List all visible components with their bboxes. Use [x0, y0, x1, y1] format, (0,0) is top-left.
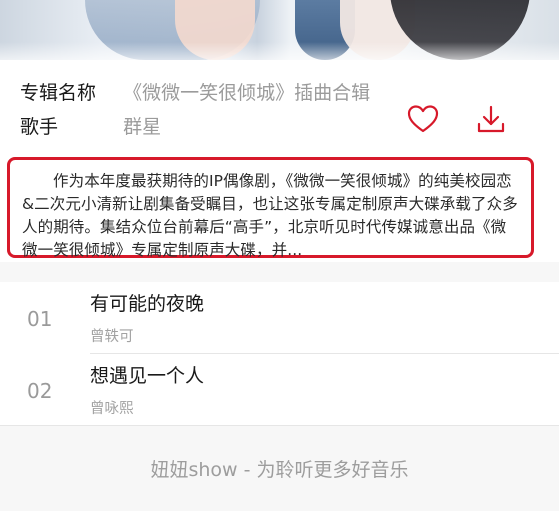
heart-outline-icon [407, 105, 439, 133]
footer-slogan: 妞妞show - 为聆听更多好音乐 [150, 459, 409, 481]
track-index: 01 [27, 307, 53, 331]
like-button[interactable] [406, 102, 440, 136]
track-row[interactable]: 01 有可能的夜晚 曾轶可 [0, 283, 559, 353]
download-icon [477, 105, 505, 133]
track-divider [90, 353, 559, 354]
download-button[interactable] [474, 102, 508, 136]
track-row[interactable]: 02 想遇见一个人 曾咏熙 [0, 355, 559, 425]
track-artist: 曾咏熙 [90, 401, 134, 417]
album-detail-page: 专辑名称 《微微一笑很倾城》插曲合辑 歌手 群星 作为本年度最获期待的IP偶像剧… [0, 0, 559, 511]
footer: 妞妞show - 为聆听更多好音乐 [0, 426, 559, 511]
album-name-label: 专辑名称 [20, 82, 97, 104]
album-artist-label: 歌手 [20, 116, 59, 138]
album-artist-row: 歌手 群星 [20, 112, 161, 139]
album-name-row: 专辑名称 《微微一笑很倾城》插曲合辑 [20, 78, 370, 105]
track-title: 有可能的夜晚 [90, 293, 205, 315]
album-description-text: 作为本年度最获期待的IP偶像剧，《微微一笑很倾城》的纯美校园恋&二次元小清新让剧… [22, 172, 518, 259]
track-artist: 曾轶可 [90, 329, 134, 345]
track-title: 想遇见一个人 [90, 365, 205, 387]
album-cover-image [0, 0, 559, 60]
album-description-box[interactable]: 作为本年度最获期待的IP偶像剧，《微微一笑很倾城》的纯美校园恋&二次元小清新让剧… [7, 157, 534, 259]
album-name-value: 《微微一笑很倾城》插曲合辑 [123, 82, 371, 104]
section-separator [0, 262, 559, 282]
track-index: 02 [27, 379, 53, 403]
album-artist-value[interactable]: 群星 [123, 112, 161, 139]
